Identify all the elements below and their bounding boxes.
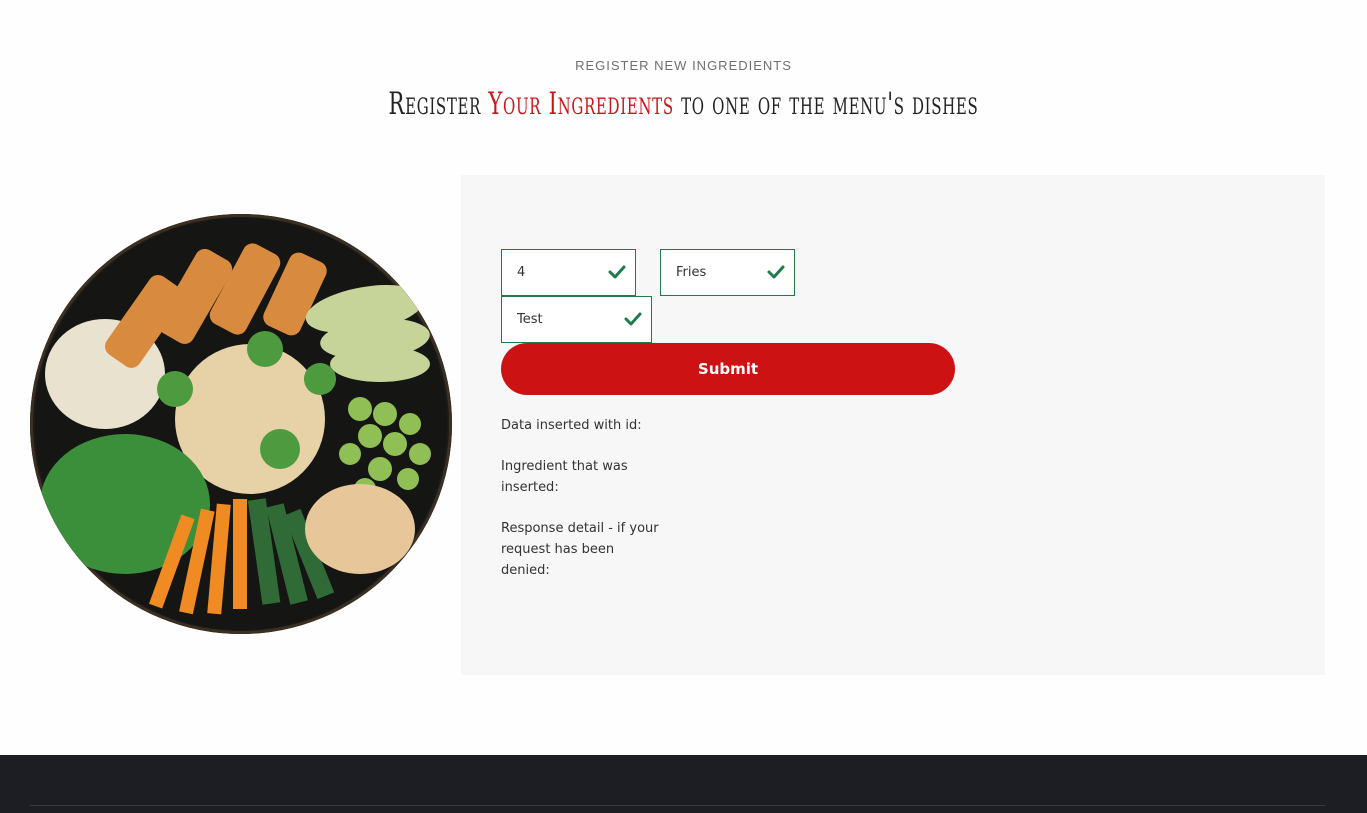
title-part-1: Register bbox=[388, 86, 489, 122]
dish-id-field[interactable] bbox=[501, 249, 636, 296]
inserted-ingredient-label: Ingredient that was inserted: bbox=[501, 459, 628, 495]
page: REGISTER NEW INGREDIENTS Register Your I… bbox=[0, 0, 1367, 813]
dish-name-field[interactable] bbox=[660, 249, 795, 296]
check-icon bbox=[608, 265, 626, 279]
dish-id-input[interactable] bbox=[517, 265, 611, 280]
title-part-2: to one of the menu's dishes bbox=[673, 86, 979, 122]
dish-name-input[interactable] bbox=[676, 265, 770, 280]
food-bowl-illustration bbox=[35, 218, 447, 630]
submit-button[interactable]: Submit bbox=[501, 343, 955, 395]
food-bowl-image bbox=[30, 214, 452, 634]
response-detail-label: Response detail - if your request has be… bbox=[501, 521, 659, 578]
ingredient-form-panel: Submit Data inserted with id: Ingredient… bbox=[461, 175, 1325, 675]
footer-divider bbox=[30, 805, 1325, 806]
section-eyebrow: REGISTER NEW INGREDIENTS bbox=[575, 58, 792, 73]
ingredient-name-input[interactable] bbox=[517, 312, 622, 327]
check-icon bbox=[624, 312, 642, 326]
footer bbox=[0, 755, 1367, 813]
page-title: Register Your Ingredients to one of the … bbox=[219, 86, 1149, 122]
ingredient-name-field[interactable] bbox=[501, 296, 652, 343]
title-accent: Your Ingredients bbox=[488, 86, 674, 122]
check-icon bbox=[767, 265, 785, 279]
inserted-id-label: Data inserted with id: bbox=[501, 418, 642, 433]
